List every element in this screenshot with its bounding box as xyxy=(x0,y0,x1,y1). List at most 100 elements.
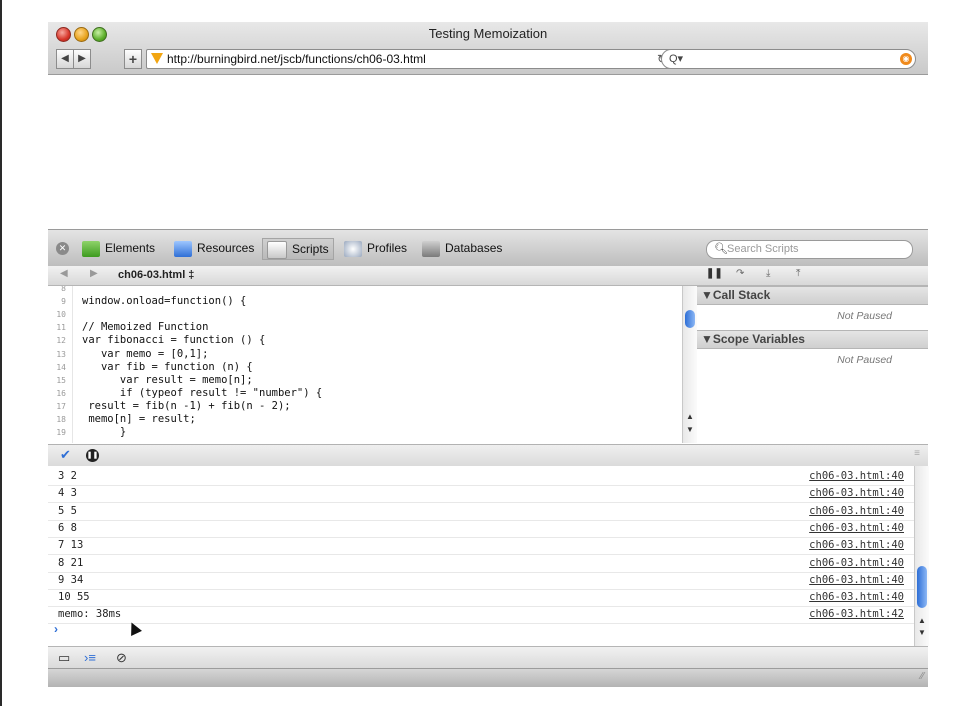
console-scroll-down-icon[interactable]: ▼ xyxy=(918,628,926,637)
line-number[interactable]: 17 xyxy=(48,402,66,411)
console-scroll-thumb[interactable] xyxy=(917,566,927,608)
window-status-bar: ⁄⁄ xyxy=(48,668,928,687)
code-line: memo[n] = result; xyxy=(82,413,196,425)
line-number[interactable]: 12 xyxy=(48,336,66,345)
step-over-icon[interactable]: ↷ xyxy=(736,268,744,279)
previous-script-icon[interactable]: ◀ xyxy=(60,268,68,279)
call-stack-status: Not Paused xyxy=(837,310,892,322)
call-stack-header[interactable]: ▼Call Stack xyxy=(697,286,928,305)
resize-grip-icon[interactable]: ⁄⁄ xyxy=(921,671,924,682)
console-message: 7 13 ch06-03.html:40 xyxy=(48,537,914,556)
console-prompt[interactable]: › xyxy=(54,622,58,636)
line-number[interactable]: 14 xyxy=(48,363,66,372)
clear-console-icon[interactable]: ⊘ xyxy=(116,650,127,666)
console-source-link[interactable]: ch06-03.html:40 xyxy=(809,572,904,589)
call-stack-title: ▼Call Stack xyxy=(701,288,771,302)
debugger-sidebar: ▼Call Stack Not Paused ▼Scope Variables … xyxy=(697,286,928,443)
pause-icon[interactable]: ❚❚ xyxy=(706,268,723,279)
line-number[interactable]: 13 xyxy=(48,350,66,359)
inspector-bottom-bar: ▭ ›≡ ⊘ xyxy=(48,646,928,669)
source-scroll-thumb[interactable] xyxy=(685,310,695,328)
scope-variables-title: ▼Scope Variables xyxy=(701,332,805,346)
dock-icon[interactable]: ▭ xyxy=(58,650,70,666)
line-number[interactable]: 11 xyxy=(48,323,66,332)
code-line: if (typeof result != "number") { xyxy=(82,386,323,399)
code-line: var result = memo[n]; xyxy=(82,373,253,386)
line-number[interactable]: 15 xyxy=(48,376,66,385)
tab-scripts-label: Scripts xyxy=(292,242,329,256)
tab-resources[interactable]: Resources xyxy=(174,238,254,258)
console-source-link[interactable]: ch06-03.html:40 xyxy=(809,555,904,572)
line-number[interactable]: 18 xyxy=(48,415,66,424)
site-favicon-icon xyxy=(151,53,163,64)
console-message-text: 10 55 xyxy=(58,591,90,604)
databases-icon xyxy=(422,240,440,257)
console-source-link[interactable]: ch06-03.html:40 xyxy=(809,468,904,485)
back-button[interactable]: ◀ xyxy=(56,49,74,69)
tab-profiles-label: Profiles xyxy=(367,241,408,255)
console-source-link[interactable]: ch06-03.html:40 xyxy=(809,485,904,502)
line-number[interactable]: 10 xyxy=(48,310,66,319)
line-number[interactable]: 16 xyxy=(48,389,66,398)
add-bookmark-button[interactable]: + xyxy=(124,49,142,69)
console-scrollbar[interactable]: ▲ ▼ xyxy=(914,466,929,646)
resize-handle-icon[interactable]: ≡ xyxy=(914,448,920,459)
step-out-icon[interactable]: ⤒ xyxy=(796,268,800,279)
tab-elements[interactable]: Elements xyxy=(82,238,155,258)
code-line: } xyxy=(82,426,127,439)
web-search-field[interactable]: Q▾ ◉ xyxy=(661,49,916,69)
scripts-toolbar: ◀ ▶ ch06-03.html ‡ ❚❚ ↷ ⤓ ⤒ xyxy=(48,266,928,286)
script-source-pane[interactable]: 8 9 10 11 12 13 14 15 16 17 18 19 window.onload=fun… xyxy=(48,286,683,443)
close-inspector-icon[interactable]: ✕ xyxy=(56,242,69,255)
console-message-text: 8 21 xyxy=(58,556,84,569)
code-line: // Memoized Function xyxy=(82,321,209,334)
line-number[interactable]: 9 xyxy=(48,297,66,306)
page-edge xyxy=(0,0,2,706)
tab-profiles[interactable]: Profiles xyxy=(344,238,407,258)
source-scrollbar[interactable]: ▲ ▼ xyxy=(682,286,697,443)
console-message: 4 3 ch06-03.html:40 xyxy=(48,485,914,504)
tab-databases[interactable]: Databases xyxy=(422,238,502,258)
console-pane[interactable]: 3 2 ch06-03.html:40 4 3 ch06-03.html:40 5 5 c… xyxy=(48,466,914,646)
step-into-icon[interactable]: ⤓ xyxy=(766,268,770,279)
search-scripts-input[interactable]: 🔍︎ Search Scripts xyxy=(706,240,913,259)
scroll-up-icon[interactable]: ▲ xyxy=(686,412,694,421)
code-line: var fib = function (n) { xyxy=(82,360,253,373)
next-script-icon[interactable]: ▶ xyxy=(90,268,98,279)
console-message-text: 5 5 xyxy=(58,504,77,517)
search-engine-icon[interactable]: ◉ xyxy=(900,53,912,65)
window-title: Testing Memoization xyxy=(428,26,548,41)
search-icon: 🔍︎ xyxy=(714,243,728,255)
console-source-link[interactable]: ch06-03.html:40 xyxy=(809,589,904,606)
console-message-text: 7 13 xyxy=(58,539,84,552)
scroll-down-icon[interactable]: ▼ xyxy=(686,425,694,434)
forward-button[interactable]: ▶ xyxy=(73,49,91,69)
code-line: result = fib(n -1) + fib(n - 2); xyxy=(82,399,291,412)
line-number[interactable]: 19 xyxy=(48,428,66,437)
code-line: var fibonacci = function () { xyxy=(82,334,266,347)
console-message-text: 4 3 xyxy=(58,487,77,500)
scope-variables-header[interactable]: ▼Scope Variables xyxy=(697,330,928,349)
console-message: 6 8 ch06-03.html:40 xyxy=(48,520,914,538)
console-source-link[interactable]: ch06-03.html:42 xyxy=(809,606,904,623)
tab-databases-label: Databases xyxy=(445,241,503,255)
console-source-link[interactable]: ch06-03.html:40 xyxy=(809,503,904,520)
console-source-link[interactable]: ch06-03.html:40 xyxy=(809,520,904,537)
pause-on-exceptions-icon[interactable]: ❚❚ xyxy=(86,449,99,462)
checkmark-icon[interactable]: ✔ xyxy=(60,447,71,463)
tab-resources-label: Resources xyxy=(197,241,255,255)
console-message: memo: 38ms ch06-03.html:42 xyxy=(48,606,914,625)
console-source-link[interactable]: ch06-03.html:40 xyxy=(809,537,904,554)
code-line: var memo = [0,1]; xyxy=(82,347,209,360)
script-file-select[interactable]: ch06-03.html ‡ xyxy=(118,267,194,284)
tab-elements-label: Elements xyxy=(105,241,156,255)
tab-scripts[interactable]: Scripts xyxy=(262,238,334,260)
console-toggle-icon[interactable]: ›≡ xyxy=(84,650,96,665)
console-scroll-up-icon[interactable]: ▲ xyxy=(918,616,926,625)
title-bar: Testing Memoization ◀ ▶ + http://burning… xyxy=(48,22,928,75)
code-line: window.onload=function() { xyxy=(82,295,247,308)
line-number[interactable]: 8 xyxy=(48,286,66,293)
console-message: 10 55 ch06-03.html:40 xyxy=(48,589,914,608)
inspector-toolbar: ✕ Elements Resources Scripts Profiles Da… xyxy=(48,229,928,267)
address-bar[interactable]: http://burningbird.net/jscb/functions/ch… xyxy=(146,49,676,69)
